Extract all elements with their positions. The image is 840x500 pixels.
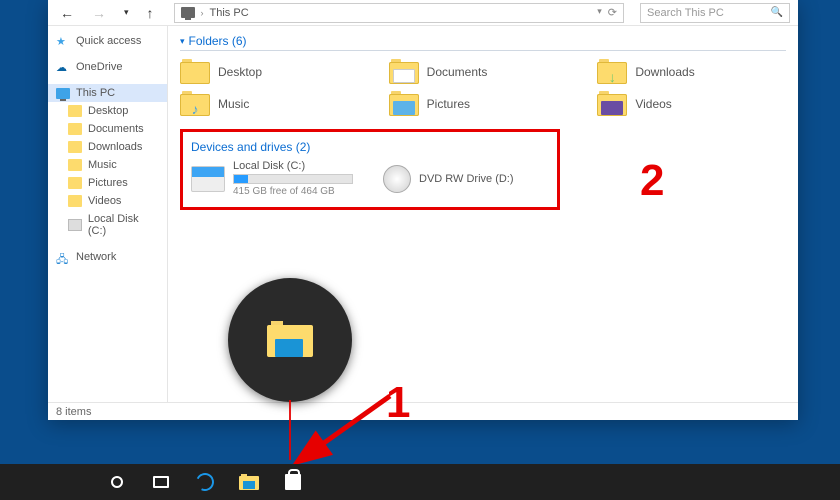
sidebar-item-label: Music [88, 159, 117, 171]
task-view-button[interactable] [140, 464, 182, 500]
status-bar: 8 items [48, 402, 798, 420]
sidebar-item-network[interactable]: 🖧 Network [48, 248, 167, 266]
annotation-number-1: 1 [386, 378, 410, 428]
zoom-circle [228, 278, 352, 402]
folder-icon: ♪ [180, 91, 210, 117]
folder-label: Documents [427, 65, 488, 79]
file-explorer-taskbar-button[interactable] [228, 464, 270, 500]
edge-icon [193, 470, 216, 493]
folder-icon [68, 105, 82, 117]
sidebar-item-desktop[interactable]: Desktop [48, 102, 167, 120]
folder-icon [68, 159, 82, 171]
drive-label: Local Disk (C:) [233, 160, 353, 172]
cortana-button[interactable] [96, 464, 138, 500]
refresh-icon[interactable]: ⟳ [608, 6, 617, 19]
folder-icon [597, 91, 627, 117]
back-button[interactable]: ← [56, 5, 78, 21]
sidebar-item-local-disk[interactable]: Local Disk (C:) [48, 210, 167, 240]
folder-pictures[interactable]: Pictures [389, 91, 578, 117]
pc-icon [56, 88, 70, 99]
history-dropdown[interactable]: ▾ [120, 7, 133, 18]
folder-label: Downloads [635, 65, 694, 79]
sidebar-item-label: Desktop [88, 105, 128, 117]
drives-highlight-box: Devices and drives (2) Local Disk (C:) 4… [180, 129, 560, 210]
drives-group-header[interactable]: Devices and drives (2) [191, 138, 549, 156]
drive-icon [68, 219, 82, 231]
chevron-down-icon: ▾ [180, 36, 185, 47]
drive-dvd-rw-d[interactable]: DVD RW Drive (D:) [383, 165, 514, 193]
chevron-right-icon: › [201, 8, 204, 18]
edge-button[interactable] [184, 464, 226, 500]
folder-videos[interactable]: Videos [597, 91, 786, 117]
breadcrumb-location[interactable]: This PC [210, 7, 249, 19]
annotation-number-2: 2 [640, 156, 664, 206]
folder-desktop[interactable]: Desktop [180, 59, 369, 85]
folder-icon [68, 195, 82, 207]
navigation-sidebar: ★ Quick access ☁ OneDrive This PC Deskto… [48, 26, 168, 402]
file-explorer-icon-large [267, 321, 313, 359]
store-icon [285, 474, 301, 490]
folder-icon [389, 91, 419, 117]
folder-music[interactable]: ♪ Music [180, 91, 369, 117]
cloud-icon: ☁ [56, 61, 70, 73]
address-dropdown-icon[interactable]: ▾ [597, 6, 602, 19]
drive-usage-bar [233, 174, 353, 184]
folder-icon [68, 177, 82, 189]
network-icon: 🖧 [56, 251, 70, 263]
sidebar-item-label: This PC [76, 87, 115, 99]
titlebar: ← → ▾ ↑ › This PC ▾ ⟳ Search This PC 🔍 [48, 0, 798, 26]
sidebar-item-onedrive[interactable]: ☁ OneDrive [48, 58, 167, 76]
hdd-icon [191, 166, 225, 192]
sidebar-item-label: OneDrive [76, 61, 122, 73]
folder-label: Pictures [427, 97, 470, 111]
folder-label: Videos [635, 97, 671, 111]
folder-label: Desktop [218, 65, 262, 79]
sidebar-item-quick-access[interactable]: ★ Quick access [48, 32, 167, 50]
folders-group-header[interactable]: ▾ Folders (6) [180, 32, 786, 51]
sidebar-item-label: Videos [88, 195, 121, 207]
forward-button[interactable]: → [88, 5, 110, 21]
cortana-icon [111, 476, 123, 488]
dvd-icon [383, 165, 411, 193]
search-icon: 🔍 [771, 7, 783, 18]
sidebar-item-label: Downloads [88, 141, 142, 153]
folder-icon: ↓ [597, 59, 627, 85]
drive-local-disk-c[interactable]: Local Disk (C:) 415 GB free of 464 GB [191, 160, 353, 197]
sidebar-item-pictures[interactable]: Pictures [48, 174, 167, 192]
sidebar-item-downloads[interactable]: Downloads [48, 138, 167, 156]
search-input[interactable]: Search This PC 🔍 [640, 3, 790, 23]
folder-label: Music [218, 97, 249, 111]
drive-meta: 415 GB free of 464 GB [233, 186, 353, 197]
folder-icon [389, 59, 419, 85]
folder-icon [180, 59, 210, 85]
folder-documents[interactable]: Documents [389, 59, 578, 85]
annotation-leader-line [289, 400, 291, 460]
taskbar [0, 464, 840, 500]
file-explorer-window: ← → ▾ ↑ › This PC ▾ ⟳ Search This PC 🔍 [48, 0, 798, 420]
sidebar-item-this-pc[interactable]: This PC [48, 84, 167, 102]
drives-header-label: Devices and drives (2) [191, 140, 310, 154]
folders-header-label: Folders (6) [189, 34, 247, 48]
sidebar-item-label: Network [76, 251, 116, 263]
file-explorer-icon [239, 474, 259, 490]
address-bar[interactable]: › This PC ▾ ⟳ [174, 3, 624, 23]
sidebar-item-label: Documents [88, 123, 144, 135]
folder-icon [68, 141, 82, 153]
drive-label: DVD RW Drive (D:) [419, 173, 514, 185]
store-button[interactable] [272, 464, 314, 500]
task-view-icon [153, 476, 169, 488]
sidebar-item-music[interactable]: Music [48, 156, 167, 174]
sidebar-item-label: Local Disk (C:) [88, 213, 159, 237]
folder-downloads[interactable]: ↓ Downloads [597, 59, 786, 85]
sidebar-item-label: Quick access [76, 35, 141, 47]
pc-icon [181, 7, 195, 18]
folder-icon [68, 123, 82, 135]
search-placeholder: Search This PC [647, 7, 724, 19]
sidebar-item-videos[interactable]: Videos [48, 192, 167, 210]
up-button[interactable]: ↑ [143, 5, 158, 21]
sidebar-item-label: Pictures [88, 177, 128, 189]
star-icon: ★ [56, 35, 70, 47]
sidebar-item-documents[interactable]: Documents [48, 120, 167, 138]
item-count: 8 items [56, 406, 91, 418]
